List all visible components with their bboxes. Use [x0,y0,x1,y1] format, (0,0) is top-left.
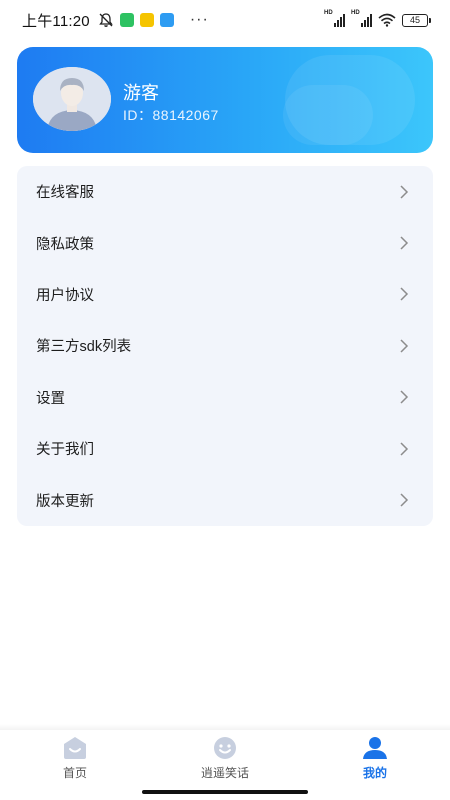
menu-item-label: 第三方sdk列表 [36,339,132,356]
menu-item-label: 在线客服 [36,185,94,202]
username: 游客 [123,83,159,103]
signal-icon: HD [351,10,372,27]
tab-mine-label: 我的 [362,766,387,780]
message-app-icon [159,13,174,27]
phone-app-icon [119,13,134,27]
chevron-right-icon [400,236,409,250]
chevron-right-icon [400,185,409,199]
battery-icon: 45 [402,13,431,27]
status-bar: 上午11:20 ··· HD HD 45 [0,0,450,40]
menu-item-label: 关于我们 [36,442,94,459]
user-id: ID：88142067 [123,107,219,123]
settings-menu: 在线客服 隐私政策 用户协议 第三方sdk列表 设置 关于我们 版本更新 [17,166,433,526]
tab-mine[interactable]: 我的 [300,730,450,800]
avatar[interactable] [33,67,111,131]
home-indicator[interactable] [142,790,308,794]
wifi-icon [378,13,396,27]
chevron-right-icon [400,442,409,456]
home-icon [64,737,86,759]
more-notifications-icon: ··· [189,11,209,28]
tab-home-label: 首页 [62,766,87,780]
menu-item-third-party-sdk[interactable]: 第三方sdk列表 [17,320,433,371]
status-left-icons: ··· [98,11,209,29]
menu-item-privacy-policy[interactable]: 隐私政策 [17,217,433,268]
hd-label: HD [324,10,333,16]
menu-item-settings[interactable]: 设置 [17,372,433,423]
user-avatar-icon [33,67,111,131]
decorative-shape [283,85,373,145]
menu-item-online-service[interactable]: 在线客服 [17,166,433,217]
menu-item-label: 设置 [36,390,65,407]
hd-label: HD [351,10,360,16]
menu-item-label: 用户协议 [36,287,94,304]
smile-icon [214,737,236,759]
profile-card[interactable]: 游客 ID：88142067 [17,47,433,153]
profile-icon [363,737,387,759]
chevron-right-icon [400,493,409,507]
chevron-right-icon [400,390,409,404]
menu-item-label: 版本更新 [36,493,94,510]
chevron-right-icon [400,287,409,301]
bell-off-icon [99,13,113,27]
status-right-icons: HD HD 45 [324,10,431,27]
status-time: 上午11:20 [22,12,90,30]
menu-item-label: 隐私政策 [36,236,94,253]
menu-item-about-us[interactable]: 关于我们 [17,423,433,474]
tab-jokes-label: 逍遥笑话 [200,766,249,780]
menu-item-user-agreement[interactable]: 用户协议 [17,269,433,320]
tab-home[interactable]: 首页 [0,730,150,800]
notification-app-icon [139,13,154,27]
chevron-right-icon [400,339,409,353]
menu-item-version-update[interactable]: 版本更新 [17,474,433,525]
signal-icon: HD [324,10,345,27]
